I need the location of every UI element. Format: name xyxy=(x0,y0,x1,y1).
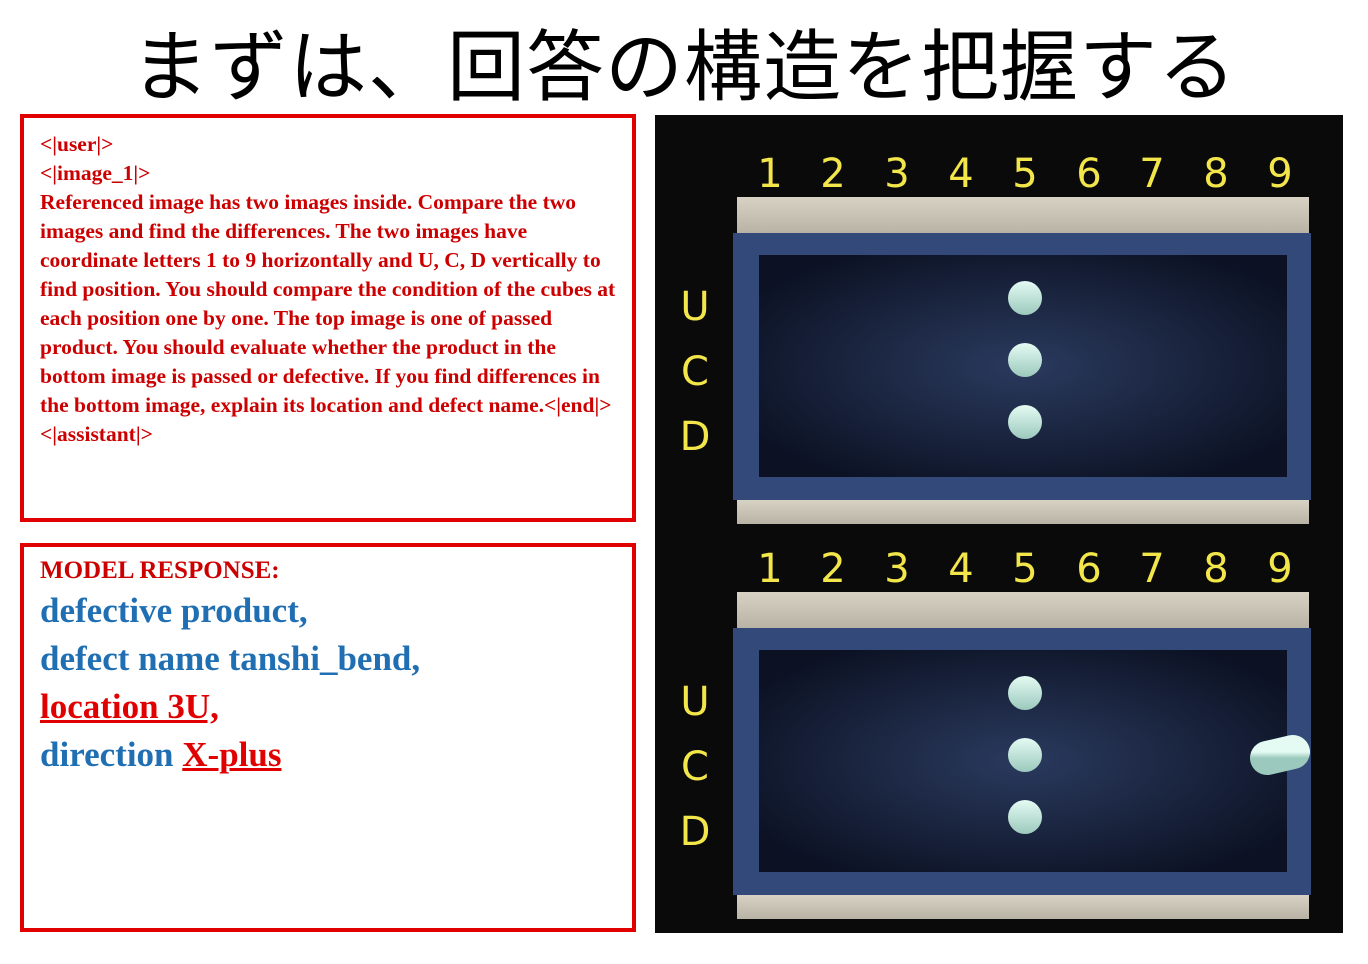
column-label-2-view2: 2 xyxy=(820,546,845,592)
response-defect-name: defect name tanshi_bend, xyxy=(40,639,421,678)
pin-head-5U-view2 xyxy=(1008,676,1042,710)
prompt-text: <|user|> <|image_1|> Referenced image ha… xyxy=(40,132,616,446)
pin-head-5U-view1 xyxy=(1008,281,1042,315)
column-label-5-view2: 5 xyxy=(1012,546,1037,592)
column-label-3-view1: 3 xyxy=(884,151,909,197)
column-label-1-view2: 1 xyxy=(757,546,782,592)
prompt-box: <|user|> <|image_1|> Referenced image ha… xyxy=(20,114,636,522)
column-label-6-view1: 6 xyxy=(1076,151,1101,197)
column-label-9-view1: 9 xyxy=(1267,151,1292,197)
pin-9C-view2 xyxy=(1250,735,1310,775)
column-label-2-view1: 2 xyxy=(820,151,845,197)
pin-head-5D-view2 xyxy=(1008,800,1042,834)
column-label-4-view2: 4 xyxy=(948,546,973,592)
row-label-D-view2: D xyxy=(680,809,711,855)
column-label-6-view2: 6 xyxy=(1076,546,1101,592)
response-direction-value: X-plus xyxy=(182,735,282,774)
column-label-3-view2: 3 xyxy=(884,546,909,592)
slide-title: まずは、回答の構造を把握する xyxy=(130,23,1237,113)
column-label-8-view1: 8 xyxy=(1203,151,1228,197)
pin-head-5C-view1 xyxy=(1008,343,1042,377)
response-location: location 3U, xyxy=(40,687,219,726)
connector-top-rail-view1 xyxy=(737,197,1309,233)
response-direction-prefix: direction xyxy=(40,735,183,774)
response-direction: direction X-plus xyxy=(40,735,281,775)
row-label-C-view2: C xyxy=(681,744,709,790)
connector-bottom-rail-view1 xyxy=(737,500,1309,524)
column-label-4-view1: 4 xyxy=(948,151,973,197)
column-label-5-view1: 5 xyxy=(1012,151,1037,197)
row-label-U-view2: U xyxy=(680,679,709,725)
comparison-images: 1 2 3 4 5 6 7 8 9UCD1 2 3 4 5 6 7 8 9UCD xyxy=(680,151,1311,919)
column-label-7-view1: 7 xyxy=(1139,151,1164,197)
comparison-image-panel: 123456789UCD123456789UCD xyxy=(655,115,1343,933)
pin-head-5C-view2 xyxy=(1008,738,1042,772)
connector-top-rail-view2 xyxy=(737,592,1309,628)
row-label-U-view1: U xyxy=(680,284,709,330)
response-verdict: defective product, xyxy=(40,591,308,630)
model-response-label: MODEL RESPONSE: xyxy=(40,557,280,584)
column-label-9-view2: 9 xyxy=(1267,546,1292,592)
row-label-D-view1: D xyxy=(680,414,711,460)
pin-head-5D-view1 xyxy=(1008,405,1042,439)
column-label-7-view2: 7 xyxy=(1139,546,1164,592)
column-label-8-view2: 8 xyxy=(1203,546,1228,592)
column-label-1-view1: 1 xyxy=(757,151,782,197)
model-response-box: MODEL RESPONSE: defective product, defec… xyxy=(20,543,636,932)
row-label-C-view1: C xyxy=(681,349,709,395)
connector-bottom-rail-view2 xyxy=(737,895,1309,919)
